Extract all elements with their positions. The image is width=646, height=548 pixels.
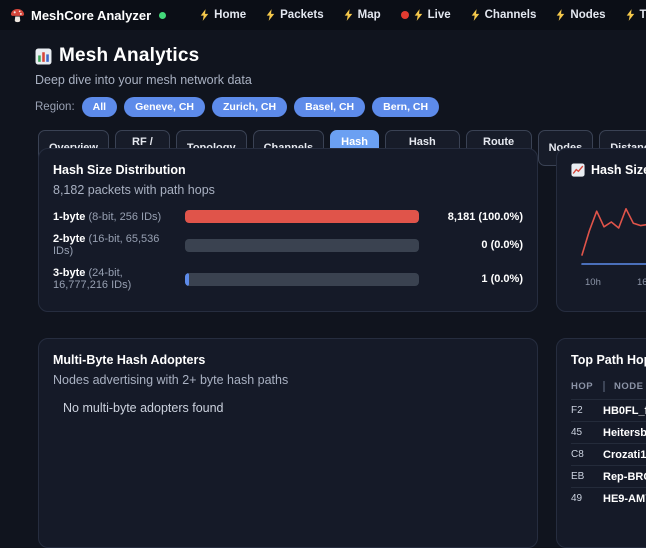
- node-name: Crozati1: [603, 449, 646, 461]
- lightning-icon: [471, 9, 480, 21]
- nav-item-packets[interactable]: Packets: [258, 4, 331, 26]
- node-name: Heitersberg: [603, 427, 646, 439]
- hash-dist-bar-fill: [185, 210, 419, 223]
- multi-byte-adopters-card: Multi-Byte Hash Adopters Nodes advertisi…: [38, 338, 538, 548]
- chart-increasing-icon: [571, 163, 585, 177]
- adopters-empty-message: No multi-byte adopters found: [63, 401, 523, 415]
- hash-dist-bar-track: [185, 210, 419, 223]
- column-header-hop: HOP: [571, 381, 601, 392]
- top-hops-row[interactable]: 45 Heitersberg: [571, 421, 646, 443]
- region-pills: All Geneve, CH Zurich, CH Basel, CH Bern, CH: [82, 97, 439, 117]
- nav-item-label: Traces: [640, 9, 646, 21]
- hash-dist-bar-track: [185, 239, 419, 252]
- region-filter: Region: All Geneve, CH Zurich, CH Basel, CH…: [35, 97, 646, 117]
- hash-dist-row-value: 1 (0.0%): [427, 273, 523, 285]
- top-hops-table: HOP NODE F2 HB0FL_f2_ 45 Heitersberg C8 …: [571, 377, 646, 509]
- hash-dist-row: 1-byte (8-bit, 256 IDs) 8,181 (100.0%): [53, 210, 523, 223]
- nav-item-home[interactable]: Home: [192, 4, 254, 26]
- bar-chart-icon: [35, 48, 52, 65]
- top-hops-row[interactable]: EB Rep-BRG-L: [571, 465, 646, 487]
- hash-dist-row-label-size: 1-byte: [53, 211, 85, 223]
- hop-code: C8: [571, 449, 603, 460]
- region-pill-basel-ch[interactable]: Basel, CH: [294, 97, 365, 117]
- hash-size-distribution-card: Hash Size Distribution 8,182 packets wit…: [38, 148, 538, 312]
- hash-dist-row-value: 0 (0.0%): [427, 239, 523, 251]
- hash-dist-title: Hash Size Distribution: [53, 163, 523, 177]
- trend-line-chart: [581, 201, 646, 273]
- hash-dist-row-label-size: 2-byte: [53, 233, 85, 245]
- lightning-icon: [556, 9, 565, 21]
- nav-item-map[interactable]: Map: [336, 4, 389, 26]
- nav-item-label: Channels: [485, 9, 537, 21]
- trend-line-1byte: [582, 209, 646, 255]
- lightning-icon: [626, 9, 635, 21]
- x-tick-16h: 16h: [637, 277, 646, 288]
- region-label: Region:: [35, 101, 75, 113]
- hash-dist-row-label: 2-byte (16-bit, 65,536 IDs): [53, 233, 177, 257]
- top-nav: MeshCore Analyzer Home Packets Map Live …: [0, 0, 646, 30]
- region-pill-zurich-ch[interactable]: Zurich, CH: [212, 97, 287, 117]
- hash-dist-row-label: 1-byte (8-bit, 256 IDs): [53, 211, 177, 223]
- page-subtitle: Deep dive into your mesh network data: [35, 73, 646, 87]
- brand[interactable]: MeshCore Analyzer: [10, 8, 166, 23]
- nav-item-traces[interactable]: Traces: [618, 4, 646, 26]
- lightning-icon: [414, 9, 423, 21]
- adopters-title: Multi-Byte Hash Adopters: [53, 353, 523, 367]
- nav-item-live[interactable]: Live: [393, 4, 459, 26]
- page-title-text: Mesh Analytics: [59, 45, 199, 67]
- node-name: HB0FL_f2_: [603, 405, 646, 417]
- region-pill-all[interactable]: All: [82, 97, 117, 117]
- top-hops-row[interactable]: 49 HE9-AMY G: [571, 487, 646, 509]
- hop-code: F2: [571, 405, 603, 416]
- node-name: Rep-BRG-L: [603, 471, 646, 483]
- top-hops-row[interactable]: F2 HB0FL_f2_: [571, 399, 646, 421]
- hash-size-over-time-card: Hash Size Over Time 10h 16h: [556, 148, 646, 312]
- page-title: Mesh Analytics: [35, 45, 646, 67]
- hash-dist-row-label: 3-byte (24-bit, 16,777,216 IDs): [53, 267, 177, 291]
- hop-code: EB: [571, 471, 603, 482]
- green-status-dot: [159, 12, 166, 19]
- trend-chart: [581, 201, 646, 278]
- node-name: HE9-AMY G: [603, 493, 646, 505]
- nav-item-label: Live: [428, 9, 451, 21]
- nav-item-label: Map: [358, 9, 381, 21]
- nav-item-label: Home: [214, 9, 246, 21]
- live-dot-icon: [401, 11, 409, 19]
- mushroom-icon: [10, 8, 25, 23]
- top-hops-rows: F2 HB0FL_f2_ 45 Heitersberg C8 Crozati1 …: [571, 399, 646, 509]
- brand-name: MeshCore Analyzer: [31, 8, 151, 23]
- page-header: Mesh Analytics Deep dive into your mesh …: [0, 30, 646, 117]
- nav-item-label: Nodes: [570, 9, 605, 21]
- hash-dist-bar-track: [185, 273, 419, 286]
- hash-dist-row-value: 8,181 (100.0%): [427, 211, 523, 223]
- adopters-subtitle: Nodes advertising with 2+ byte hash path…: [53, 373, 523, 387]
- trend-title-row: Hash Size Over Time: [571, 163, 646, 177]
- lightning-icon: [200, 9, 209, 21]
- lightning-icon: [344, 9, 353, 21]
- hash-dist-row-label-detail: (8-bit, 256 IDs): [88, 211, 161, 223]
- region-pill-geneve-ch[interactable]: Geneve, CH: [124, 97, 205, 117]
- top-hops-row[interactable]: C8 Crozati1: [571, 443, 646, 465]
- lightning-icon: [266, 9, 275, 21]
- top-hops-title: Top Path Hops: [571, 353, 646, 367]
- hash-dist-rows: 1-byte (8-bit, 256 IDs) 8,181 (100.0%) 2…: [53, 210, 523, 291]
- hop-code: 49: [571, 493, 603, 504]
- column-header-node: NODE: [603, 381, 643, 392]
- top-hops-header: HOP NODE: [571, 377, 646, 399]
- hash-dist-row: 3-byte (24-bit, 16,777,216 IDs) 1 (0.0%): [53, 267, 523, 291]
- hash-dist-row: 2-byte (16-bit, 65,536 IDs) 0 (0.0%): [53, 233, 523, 257]
- x-tick-10h: 10h: [585, 277, 601, 288]
- hash-dist-bar-fill: [185, 273, 189, 286]
- trend-title: Hash Size Over Time: [591, 163, 646, 177]
- hash-dist-subtitle: 8,182 packets with path hops: [53, 183, 523, 197]
- hop-code: 45: [571, 427, 603, 438]
- region-pill-bern-ch[interactable]: Bern, CH: [372, 97, 439, 117]
- hash-dist-row-label-size: 3-byte: [53, 267, 85, 279]
- top-nav-items: Home Packets Map Live Channels Nodes: [192, 4, 646, 26]
- nav-item-label: Packets: [280, 9, 323, 21]
- nav-item-channels[interactable]: Channels: [463, 4, 545, 26]
- nav-item-nodes[interactable]: Nodes: [548, 4, 613, 26]
- top-path-hops-card: Top Path Hops HOP NODE F2 HB0FL_f2_ 45 H…: [556, 338, 646, 548]
